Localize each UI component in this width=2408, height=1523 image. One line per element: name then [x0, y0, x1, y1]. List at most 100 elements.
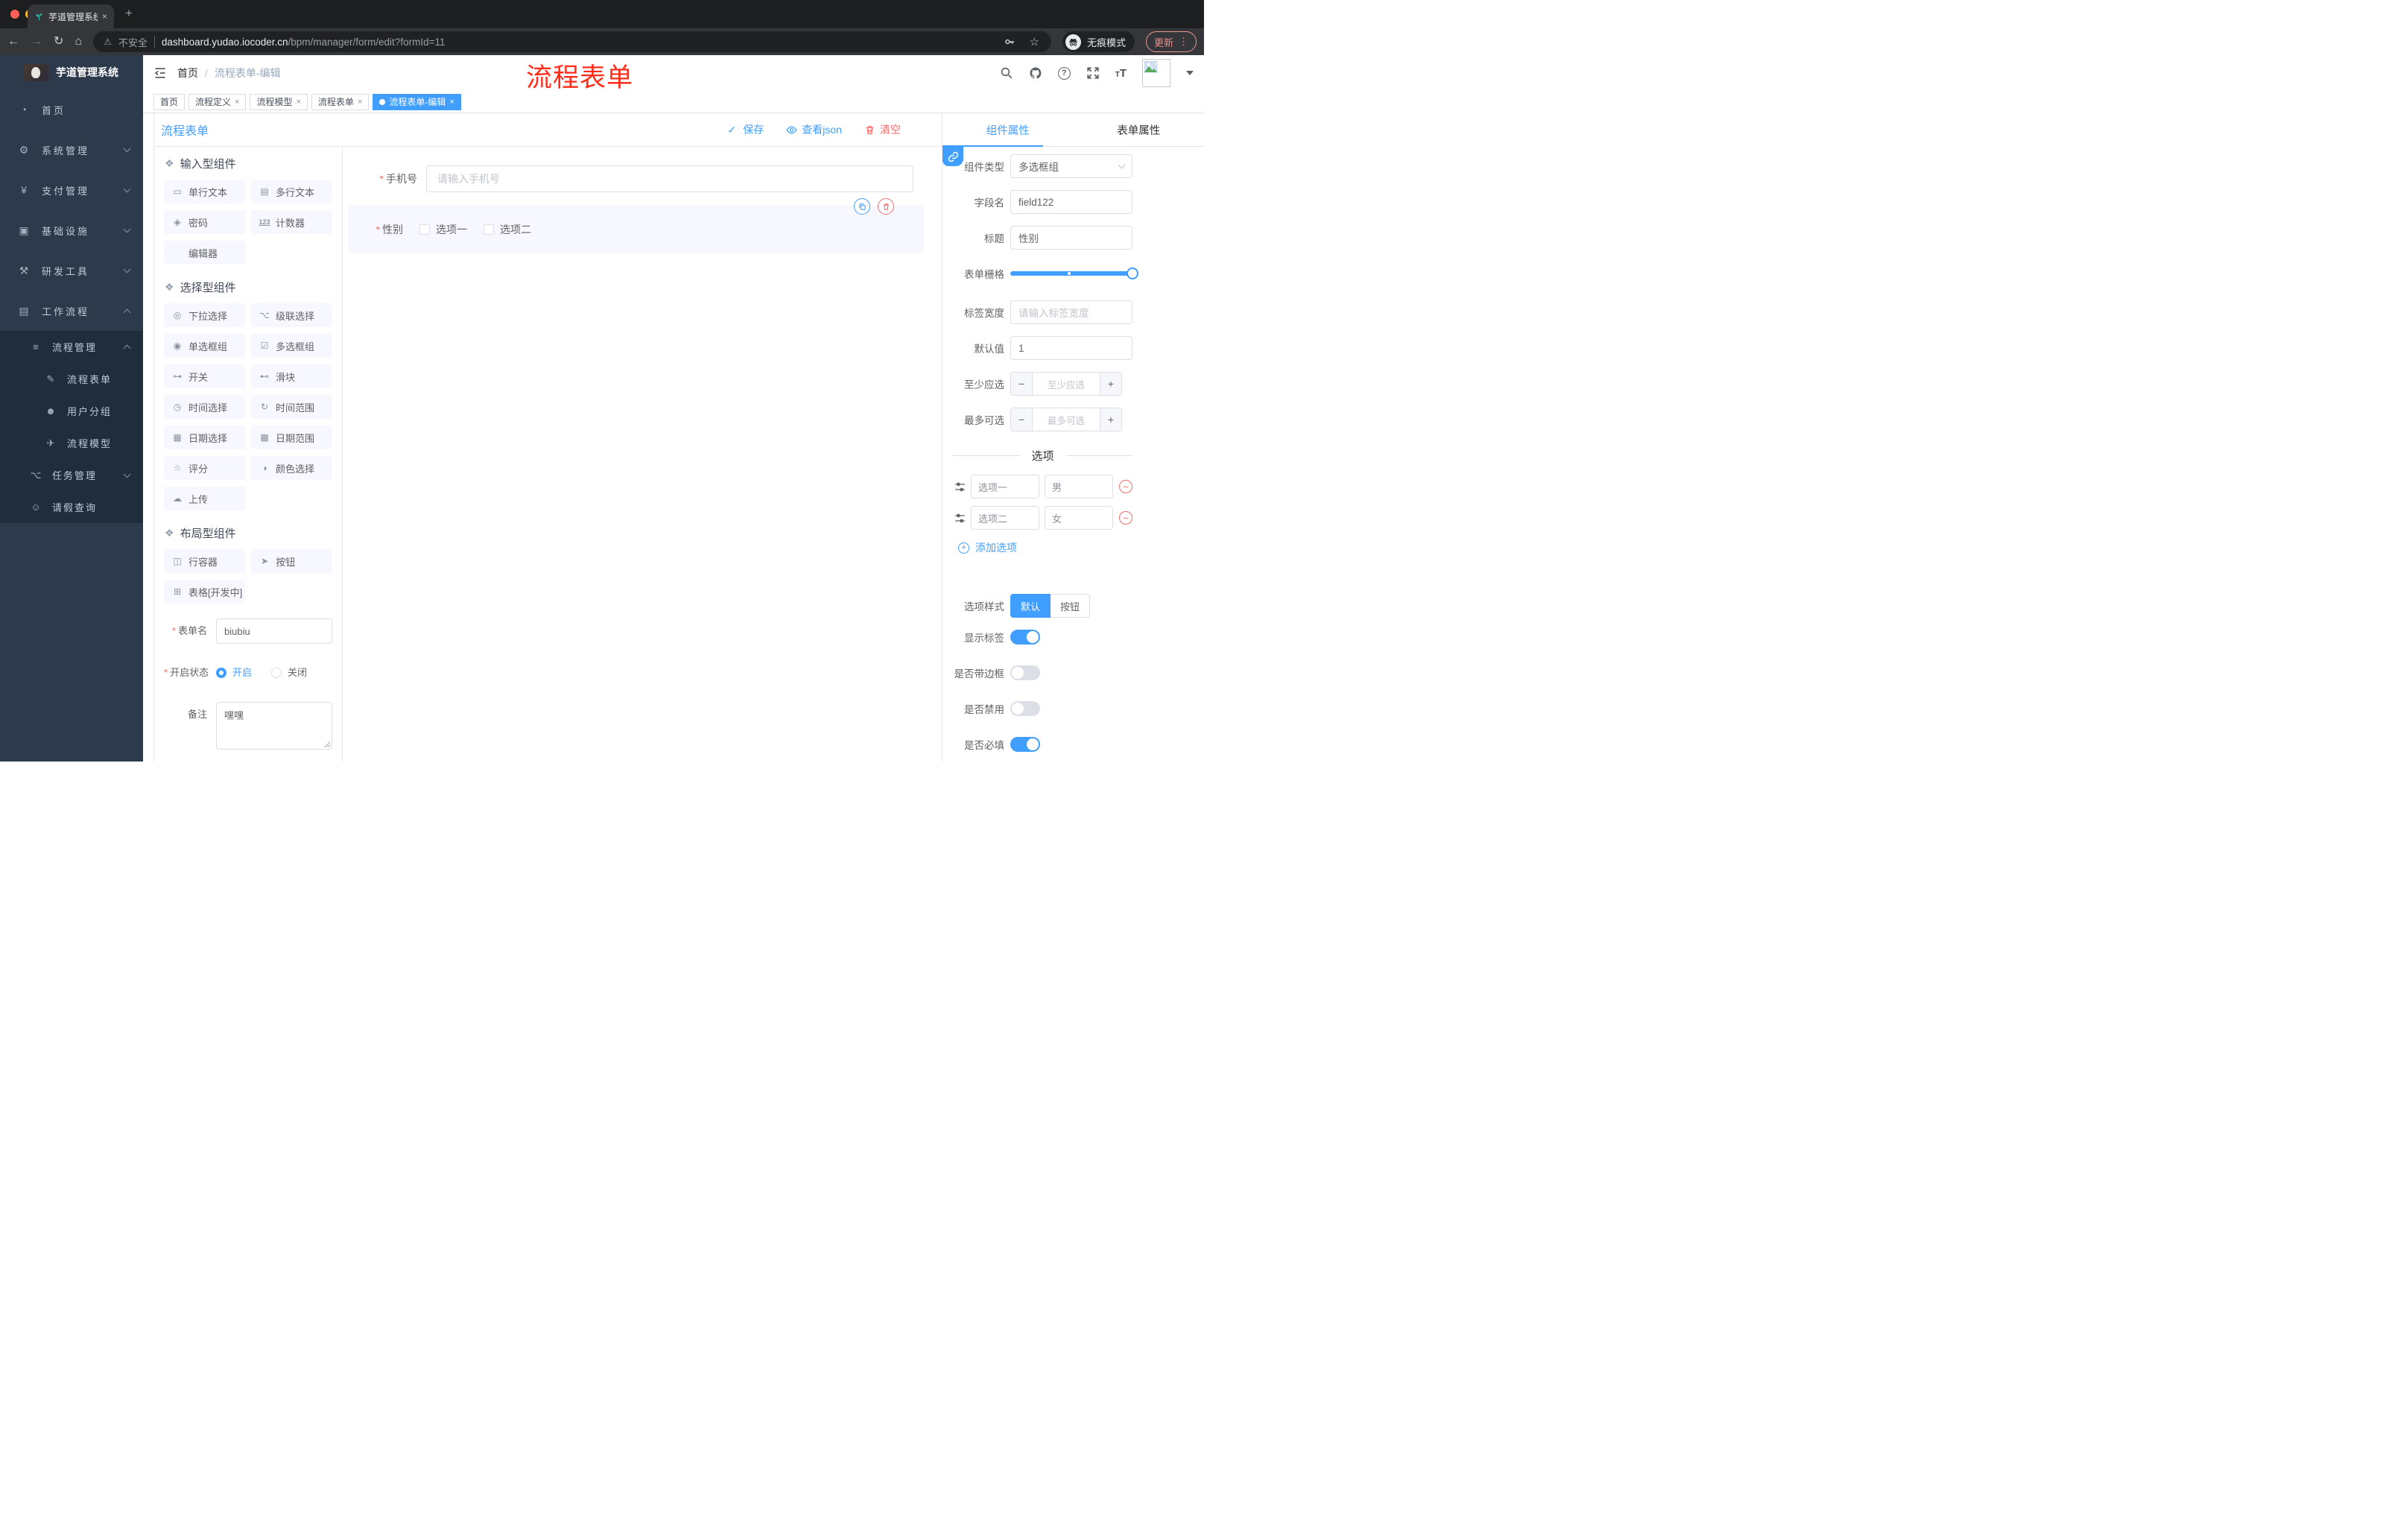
palette-item-button[interactable]: ➤ 按钮	[251, 549, 332, 573]
drag-handle-icon[interactable]	[954, 512, 966, 525]
palette-item-time-range[interactable]: ↻ 时间范围	[251, 395, 332, 419]
option-value-input[interactable]: 男	[1045, 475, 1113, 498]
github-icon[interactable]	[1029, 66, 1042, 80]
browser-tab[interactable]: 芋道管理系统 ×	[28, 4, 114, 28]
back-icon[interactable]: ←	[7, 36, 19, 48]
sidebar-item-workflow[interactable]: ▤ 工作流程	[0, 291, 143, 331]
address-bar[interactable]: ⚠ 不安全 dashboard.yudao.iocoder.cn/bpm/man…	[93, 31, 1051, 52]
sidebar-item-task-management[interactable]: ⌥ 任务管理	[0, 459, 143, 491]
sidebar-logo[interactable]: 芋道管理系统	[0, 55, 143, 89]
min-select-input[interactable]: 至少应选	[1033, 373, 1100, 395]
reload-icon[interactable]: ↻	[54, 36, 63, 48]
bookmark-star-icon[interactable]: ☆	[1030, 35, 1039, 48]
tag-home[interactable]: 首页	[153, 93, 186, 110]
phone-input[interactable]: 请输入手机号	[426, 165, 913, 192]
palette-item-select[interactable]: ◎ 下拉选择	[164, 303, 245, 327]
tab-component-props[interactable]: 组件属性	[942, 113, 1074, 146]
title-input[interactable]: 性别	[1010, 226, 1132, 250]
sidebar-item-system[interactable]: ⚙ 系统管理	[0, 130, 143, 170]
tag-close-icon[interactable]: ×	[358, 98, 362, 107]
browser-menu-dots-icon[interactable]: ⋮	[1179, 36, 1188, 48]
palette-item-counter[interactable]: 123 计数器	[251, 210, 332, 234]
canvas-field-phone[interactable]: 手机号 请输入手机号	[376, 165, 913, 192]
avatar[interactable]	[1142, 59, 1170, 87]
tag-close-icon[interactable]: ×	[235, 98, 239, 107]
help-icon[interactable]: ?	[1057, 66, 1071, 80]
palette-item-table[interactable]: ⊞ 表格[开发中]	[164, 580, 246, 604]
grid-slider[interactable]	[1010, 262, 1138, 285]
form-remark-textarea[interactable]: 嘿嘿	[216, 702, 332, 750]
show-label-toggle[interactable]	[1010, 630, 1040, 645]
link-tag[interactable]	[942, 147, 963, 166]
forward-icon[interactable]: →	[31, 36, 42, 48]
sidebar-item-infrastructure[interactable]: ▣ 基础设施	[0, 210, 143, 250]
stepper-plus-button[interactable]: +	[1100, 373, 1121, 395]
tab-close-icon[interactable]: ×	[102, 11, 107, 22]
palette-item-switch[interactable]: ⊶ 开关	[164, 364, 245, 388]
slider-thumb[interactable]	[1127, 267, 1138, 279]
palette-item-checkbox-group[interactable]: ☑ 多选框组	[251, 334, 332, 358]
palette-item-textarea[interactable]: ▤ 多行文本	[251, 180, 332, 203]
palette-item-date-picker[interactable]: ▦ 日期选择	[164, 425, 245, 449]
stepper-plus-button[interactable]: +	[1100, 408, 1121, 431]
copy-widget-icon[interactable]	[854, 198, 870, 215]
sidebar-item-process-management[interactable]: ≡ 流程管理	[0, 331, 143, 363]
palette-item-slider[interactable]: ⊷ 滑块	[251, 364, 332, 388]
password-key-icon[interactable]	[1004, 36, 1016, 48]
security-warning-label[interactable]: 不安全	[118, 35, 148, 49]
sidebar-fold-icon[interactable]	[153, 67, 167, 79]
avatar-dropdown-caret-icon[interactable]	[1186, 71, 1194, 75]
required-toggle[interactable]	[1010, 737, 1040, 752]
browser-update-button[interactable]: 更新 ⋮	[1145, 31, 1197, 52]
palette-item-upload[interactable]: ☁ 上传	[164, 487, 245, 510]
remove-option-icon[interactable]: −	[1119, 480, 1132, 493]
disabled-toggle[interactable]	[1010, 701, 1040, 716]
font-size-icon[interactable]: TT	[1115, 67, 1127, 80]
palette-item-color-picker[interactable]: ◑ 颜色选择	[251, 456, 332, 480]
tag-process-form[interactable]: 流程表单 ×	[311, 93, 370, 110]
tag-process-form-edit[interactable]: 流程表单-编辑 ×	[373, 93, 461, 110]
tab-form-props[interactable]: 表单属性	[1074, 113, 1205, 146]
option-value-input[interactable]: 女	[1045, 506, 1113, 530]
gender-option-1[interactable]: 选项一	[419, 222, 467, 237]
option-label-input[interactable]: 选项二	[971, 506, 1039, 530]
stepper-minus-button[interactable]: −	[1011, 373, 1033, 395]
slider-track[interactable]	[1010, 267, 1138, 279]
delete-widget-icon[interactable]	[878, 198, 894, 215]
palette-item-rate[interactable]: ☆ 评分	[164, 456, 245, 480]
sidebar-item-process-model[interactable]: ✈ 流程模型	[0, 427, 143, 459]
status-on-label[interactable]: 开启	[232, 660, 252, 685]
max-select-input[interactable]: 最多可选	[1033, 408, 1100, 431]
new-tab-button[interactable]: +	[121, 6, 136, 21]
view-json-button[interactable]: 查看json	[786, 122, 842, 137]
style-button-button[interactable]: 按钮	[1051, 594, 1091, 618]
close-window-button[interactable]	[10, 10, 19, 19]
tag-close-icon[interactable]: ×	[296, 98, 300, 107]
palette-item-password[interactable]: ◈ 密码	[164, 210, 245, 234]
radio-off-icon[interactable]	[271, 668, 282, 678]
palette-item-date-range[interactable]: ▩ 日期范围	[251, 425, 332, 449]
sidebar-item-leave-query[interactable]: ☺ 请假查询	[0, 491, 143, 523]
tag-process-model[interactable]: 流程模型 ×	[250, 93, 308, 110]
stepper-minus-button[interactable]: −	[1011, 408, 1033, 431]
palette-item-editor[interactable]: 编辑器	[164, 241, 245, 265]
fullscreen-icon[interactable]	[1086, 66, 1100, 80]
breadcrumb-home[interactable]: 首页	[177, 66, 198, 80]
tag-process-definition[interactable]: 流程定义 ×	[188, 93, 247, 110]
checkbox-icon[interactable]	[419, 224, 430, 235]
option-label-input[interactable]: 选项一	[971, 475, 1039, 498]
default-value-input[interactable]: 1	[1010, 336, 1132, 360]
sidebar-item-devtools[interactable]: ⚒ 研发工具	[0, 250, 143, 291]
sidebar-item-payment[interactable]: ¥ 支付管理	[0, 170, 143, 210]
gender-option-2[interactable]: 选项二	[484, 222, 531, 237]
status-off-label[interactable]: 关闭	[288, 660, 307, 685]
radio-on-icon[interactable]	[216, 668, 226, 678]
remove-option-icon[interactable]: −	[1119, 511, 1132, 525]
sidebar-item-process-form[interactable]: ✎ 流程表单	[0, 363, 143, 395]
palette-item-cascader[interactable]: ⌥ 级联选择	[251, 303, 332, 327]
search-icon[interactable]	[1000, 66, 1013, 80]
label-width-input[interactable]: 请输入标签宽度	[1010, 300, 1132, 324]
save-button[interactable]: ✓ 保存	[727, 122, 764, 137]
clear-button[interactable]: 清空	[864, 122, 901, 137]
canvas-field-gender-selected[interactable]: 性别 选项一 选项二	[348, 198, 924, 253]
